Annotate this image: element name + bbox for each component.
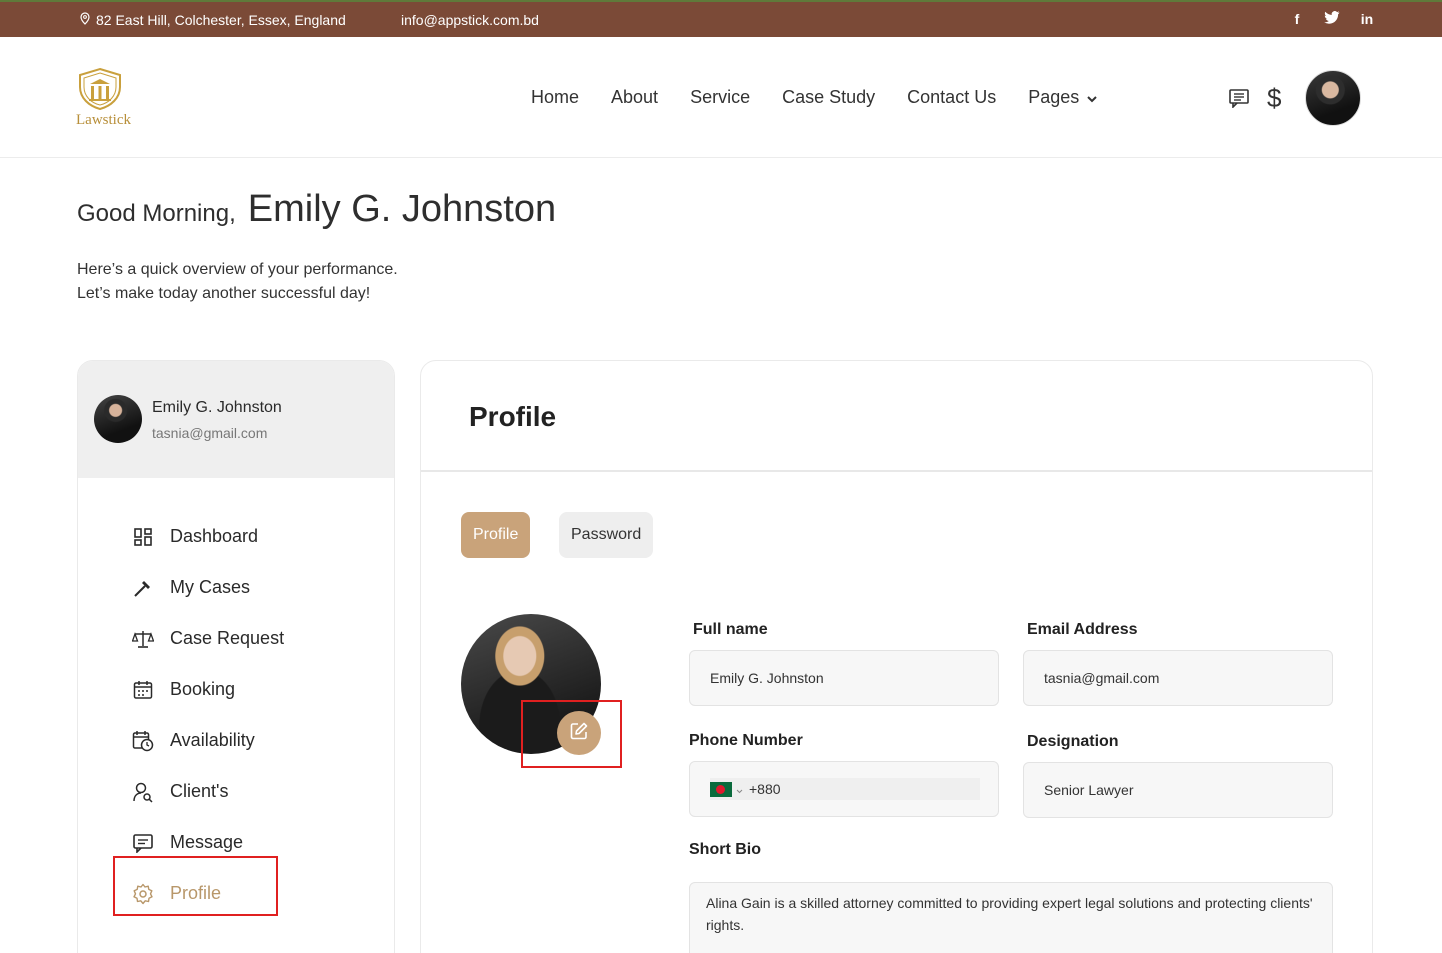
- sidebar-item-label: Dashboard: [170, 526, 259, 546]
- sidebar-user-email: tasnia@gmail.com: [152, 425, 268, 441]
- profile-card: Profile Profile Password Full name Emily…: [420, 360, 1373, 953]
- sidebar-item-label: Availability: [170, 730, 255, 750]
- nav-service[interactable]: Service: [690, 87, 750, 108]
- bio-label: Short Bio: [689, 841, 761, 858]
- nav-contact-us[interactable]: Contact Us: [907, 87, 996, 108]
- greeting-name: Emily G. Johnston: [247, 188, 557, 230]
- nav-pages[interactable]: Pages: [1028, 87, 1097, 108]
- address: 82 East Hill, Colchester, Essex, England: [80, 12, 346, 28]
- tab-profile[interactable]: Profile: [461, 512, 531, 558]
- greeting-salutation: Good Morning,: [77, 200, 236, 227]
- full-name-label: Full name: [693, 621, 768, 638]
- sidebar-item-case-request[interactable]: Case Request: [132, 613, 284, 664]
- sidebar-item-my-cases[interactable]: My Cases: [132, 562, 284, 613]
- sidebar-item-label: Booking: [170, 679, 236, 699]
- sidebar-user-card: Emily G. Johnston tasnia@gmail.com: [78, 361, 394, 478]
- calendar-clock-icon: [132, 730, 154, 752]
- sidebar-user-name: Emily G. Johnston: [152, 399, 282, 416]
- phone-label: Phone Number: [689, 732, 803, 749]
- dashboard-icon: [132, 526, 154, 548]
- phone-input[interactable]: +880: [710, 778, 980, 800]
- greeting: Good Morning, Emily G. Johnston: [77, 188, 556, 231]
- bio-textarea[interactable]: Alina Gain is a skilled attorney committ…: [689, 882, 1333, 953]
- facebook-icon[interactable]: f: [1290, 11, 1304, 27]
- scales-icon: [132, 628, 154, 650]
- sidebar-item-label: My Cases: [170, 577, 251, 597]
- twitter-icon[interactable]: [1324, 11, 1340, 27]
- social-links: f in: [1290, 11, 1374, 27]
- divider: [421, 470, 1372, 472]
- main-nav: Home About Service Case Study Contact Us…: [531, 87, 1097, 108]
- hammer-icon: [132, 577, 154, 599]
- linkedin-icon[interactable]: in: [1360, 11, 1374, 27]
- chevron-down-icon: [736, 781, 743, 797]
- chat-icon: [132, 832, 154, 854]
- chevron-down-icon: [1087, 87, 1097, 108]
- nav-pages-label: Pages: [1028, 87, 1080, 107]
- designation-field[interactable]: Senior Lawyer: [1023, 762, 1333, 818]
- overview-text: Here’s a quick overview of your performa…: [77, 258, 398, 306]
- overview-line-1: Here’s a quick overview of your performa…: [77, 261, 398, 278]
- site-header: Lawstick Home About Service Case Study C…: [0, 37, 1442, 158]
- edit-photo-highlight-box: [521, 700, 622, 768]
- email-label: Email Address: [1027, 621, 1138, 638]
- nav-case-study[interactable]: Case Study: [782, 87, 875, 108]
- email-link[interactable]: info@appstick.com.bd: [401, 12, 539, 28]
- calendar-icon: [132, 679, 154, 701]
- user-search-icon: [132, 781, 154, 803]
- designation-label: Designation: [1027, 733, 1119, 750]
- sidebar-item-booking[interactable]: Booking: [132, 664, 284, 715]
- header-avatar[interactable]: [1305, 70, 1361, 126]
- tab-password[interactable]: Password: [559, 512, 654, 558]
- logo-text: Lawstick: [76, 112, 131, 128]
- sidebar-item-clients[interactable]: Client's: [132, 766, 284, 817]
- avatar: [94, 395, 142, 443]
- sidebar-item-label: Client's: [170, 781, 229, 801]
- address-text: 82 East Hill, Colchester, Essex, England: [96, 12, 346, 28]
- email-field[interactable]: tasnia@gmail.com: [1023, 650, 1333, 706]
- profile-highlight-box: [113, 856, 278, 916]
- shield-logo-icon: [79, 67, 121, 111]
- location-pin-icon: [80, 12, 90, 28]
- sidebar-item-dashboard[interactable]: Dashboard: [132, 511, 284, 562]
- sidebar-item-availability[interactable]: Availability: [132, 715, 284, 766]
- site-logo[interactable]: Lawstick: [76, 67, 136, 131]
- phone-code: +880: [749, 781, 781, 797]
- message-icon[interactable]: [1228, 88, 1250, 109]
- page-title: Profile: [469, 401, 557, 432]
- sidebar-item-label: Message: [170, 832, 244, 852]
- dollar-icon[interactable]: $: [1267, 83, 1281, 114]
- overview-line-2: Let’s make today another successful day!: [77, 285, 371, 302]
- sidebar-item-label: Case Request: [170, 628, 285, 648]
- top-info-bar: 82 East Hill, Colchester, Essex, England…: [0, 0, 1442, 37]
- nav-about[interactable]: About: [611, 87, 658, 108]
- full-name-field[interactable]: Emily G. Johnston: [689, 650, 999, 706]
- bangladesh-flag-icon: [710, 781, 732, 797]
- nav-home[interactable]: Home: [531, 87, 579, 108]
- phone-field[interactable]: +880: [689, 761, 999, 817]
